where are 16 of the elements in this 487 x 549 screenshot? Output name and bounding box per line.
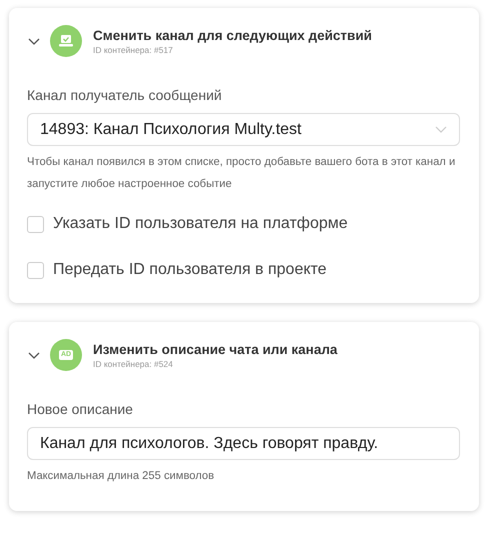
checkbox[interactable] [27,216,44,232]
field-label: Новое описание [27,401,134,417]
laptop-check-icon [50,25,82,57]
container-id: ID контейнера: #517 [93,44,174,54]
card-title: Сменить канал для следующих действий [93,28,372,42]
checkbox-label: Указать ID пользователя на платформе [53,215,348,233]
checkbox-label: Передать ID пользователя в проекте [53,261,327,279]
checkbox[interactable] [27,262,44,278]
channel-select[interactable]: 14893: Канал Психология Multy.test [27,113,460,146]
dropdown-icon [435,126,447,134]
hint-text: Максимальная длина 255 символов [27,469,216,484]
card-title: Изменить описание чата или канала [93,342,338,356]
description-input[interactable]: Канал для психологов. Здесь говорят правду. [27,427,460,460]
hint-text: Чтобы канал появился в этом списке, просто добавьте вашего бота в этот канал и запустите любое настроенное событие [27,155,456,192]
container-id: ID контейнера: #524 [93,358,174,368]
field-label: Канал получатель сообщений [27,87,223,103]
